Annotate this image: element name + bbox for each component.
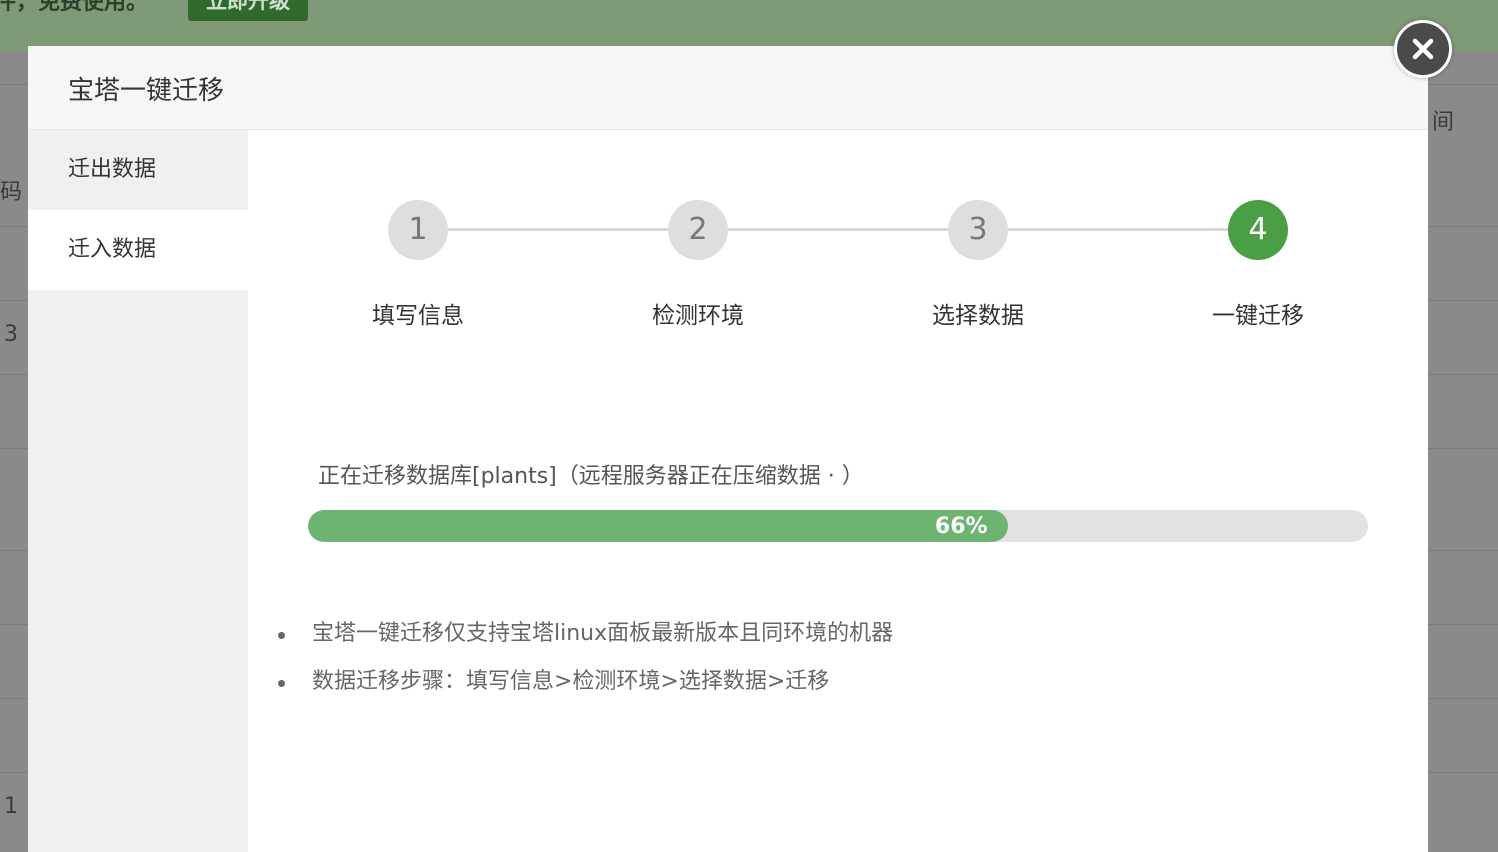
upgrade-button[interactable]: 立即升级 <box>188 0 308 21</box>
table-header-cell: 间 <box>1432 110 1455 135</box>
step-1-circle: 1 <box>388 200 448 260</box>
table-cell: 码 <box>0 180 23 205</box>
banner-text: 件，免费使用。 <box>0 0 149 15</box>
table-cell: 3 <box>4 322 18 347</box>
sidebar-item-export[interactable]: 迁出数据 <box>28 130 248 210</box>
step-2-circle: 2 <box>668 200 728 260</box>
migration-dialog: 宝塔一键迁移 迁出数据 迁入数据 1 2 3 4 填写信息 检测环境 选择数据 … <box>28 46 1428 852</box>
dialog-sidebar: 迁出数据 迁入数据 <box>28 130 248 852</box>
step-3-circle: 3 <box>948 200 1008 260</box>
step-3-label: 选择数据 <box>932 303 1024 329</box>
close-icon <box>1412 38 1434 60</box>
step-connector <box>448 228 668 231</box>
progress-bar: 66% <box>308 510 1368 542</box>
table-cell: 1 <box>4 794 18 819</box>
dialog-title: 宝塔一键迁移 <box>68 76 225 106</box>
background-top-banner: 件，免费使用。 立即升级 <box>0 0 1498 52</box>
stepper: 1 2 3 4 填写信息 检测环境 选择数据 一键迁移 <box>248 200 1428 340</box>
dialog-content: 1 2 3 4 填写信息 检测环境 选择数据 一键迁移 正在迁移数据库[plan… <box>248 130 1428 852</box>
sidebar-item-import[interactable]: 迁入数据 <box>28 210 248 290</box>
list-item: 宝塔一键迁移仅支持宝塔linux面板最新版本且同环境的机器 <box>278 614 893 662</box>
list-item: 数据迁移步骤：填写信息>检测环境>选择数据>迁移 <box>278 662 893 710</box>
step-4-label: 一键迁移 <box>1212 303 1304 329</box>
dialog-header: 宝塔一键迁移 <box>28 46 1428 130</box>
progress-fill: 66% <box>308 510 1008 542</box>
step-connector <box>1008 228 1228 231</box>
step-connector <box>728 228 948 231</box>
step-1-label: 填写信息 <box>372 303 464 329</box>
step-4-circle: 4 <box>1228 200 1288 260</box>
progress-percent-label: 66% <box>934 513 988 539</box>
migration-status-text: 正在迁移数据库[plants]（远程服务器正在压缩数据 · ） <box>318 464 864 489</box>
notes-list: 宝塔一键迁移仅支持宝塔linux面板最新版本且同环境的机器 数据迁移步骤：填写信… <box>278 614 893 710</box>
step-2-label: 检测环境 <box>652 303 744 329</box>
close-button[interactable] <box>1394 20 1452 78</box>
